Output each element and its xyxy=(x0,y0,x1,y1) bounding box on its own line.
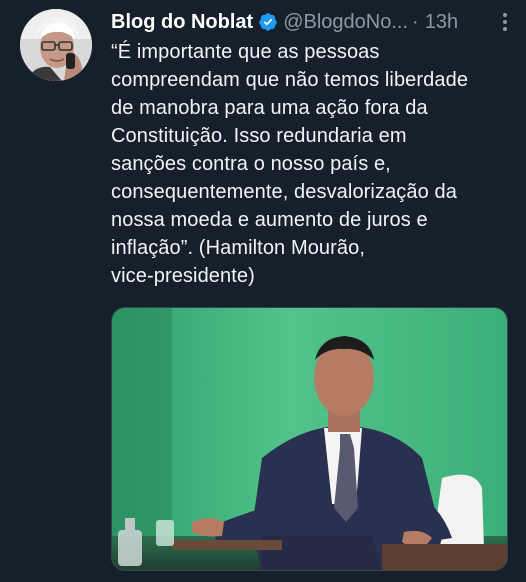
separator-dot: · xyxy=(412,11,419,33)
tweet-header: Blog do Noblat @BlogdoNo... · 13h xyxy=(111,8,516,36)
tweet-photo[interactable] xyxy=(111,307,508,571)
tweet-text: “É importante que as pessoas compreendam… xyxy=(111,41,469,287)
photo-image xyxy=(112,308,507,570)
tweet[interactable]: Blog do Noblat @BlogdoNo... · 13h “É imp… xyxy=(0,0,526,582)
user-handle[interactable]: @BlogdoNo... xyxy=(283,8,408,36)
display-name[interactable]: Blog do Noblat xyxy=(111,8,253,36)
more-vertical-icon[interactable] xyxy=(500,12,510,34)
timestamp[interactable]: 13h xyxy=(425,8,458,36)
verified-badge-icon xyxy=(258,12,278,32)
avatar[interactable] xyxy=(20,9,92,81)
avatar-photo xyxy=(20,9,92,81)
